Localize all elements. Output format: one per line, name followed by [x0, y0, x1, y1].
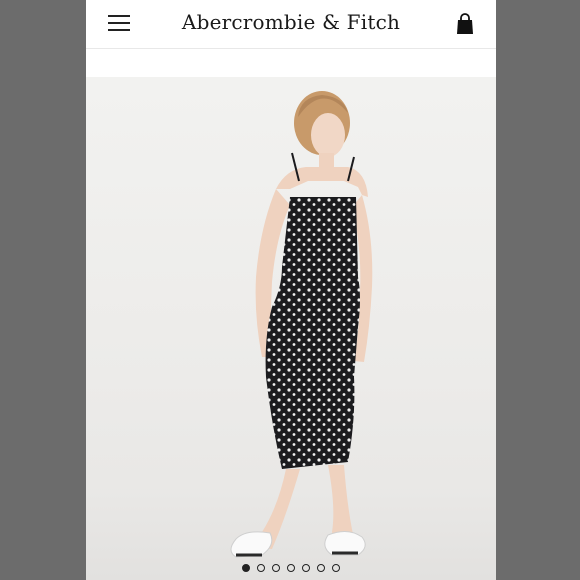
carousel-dot[interactable]	[317, 564, 325, 572]
left-border	[0, 0, 86, 580]
brand-logo[interactable]: Abercrombie & Fitch	[86, 10, 496, 34]
carousel-indicators	[86, 564, 496, 572]
product-image[interactable]	[86, 77, 496, 580]
carousel-dot[interactable]	[242, 564, 250, 572]
carousel-dot[interactable]	[332, 564, 340, 572]
carousel-dot[interactable]	[287, 564, 295, 572]
model-illustration	[230, 91, 373, 558]
photo-frame: Abercrombie & Fitch	[0, 0, 580, 580]
carousel-dot[interactable]	[272, 564, 280, 572]
carousel-dot[interactable]	[257, 564, 265, 572]
phone-screen: Abercrombie & Fitch	[86, 0, 496, 580]
site-header: Abercrombie & Fitch	[86, 0, 496, 49]
header-spacer	[86, 49, 496, 77]
right-border	[494, 0, 580, 580]
carousel-dot[interactable]	[302, 564, 310, 572]
shopping-bag-icon[interactable]	[456, 13, 474, 35]
